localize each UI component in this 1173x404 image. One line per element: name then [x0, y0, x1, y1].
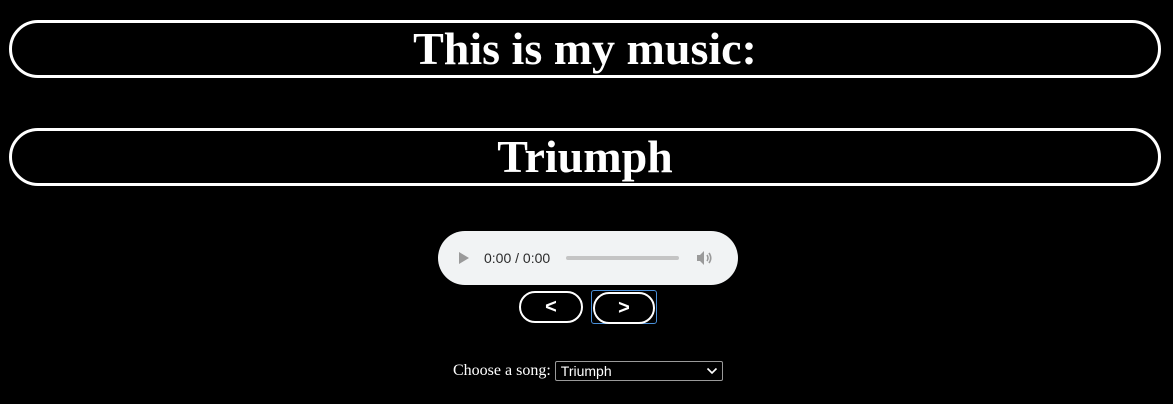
progress-bar[interactable]: [566, 256, 680, 260]
play-icon[interactable]: [459, 252, 469, 264]
current-song-text: Triumph: [497, 131, 673, 182]
chevron-down-icon: [706, 367, 717, 375]
page-title: This is my music:: [9, 20, 1161, 78]
previous-song-button[interactable]: <: [519, 291, 583, 323]
volume-icon[interactable]: [696, 250, 714, 266]
current-song-title: Triumph: [9, 128, 1161, 186]
song-chooser-label: Choose a song:: [453, 362, 551, 379]
next-button-focus-ring: >: [591, 290, 657, 324]
time-display: 0:00 / 0:00: [484, 250, 551, 266]
song-select-value: Triumph: [560, 363, 612, 379]
page-title-text: This is my music:: [413, 23, 757, 74]
audio-player[interactable]: 0:00 / 0:00: [438, 231, 738, 285]
song-select[interactable]: Triumph: [554, 361, 723, 381]
next-song-button[interactable]: >: [593, 292, 655, 324]
song-chooser: Choose a song: Triumph: [453, 361, 723, 381]
